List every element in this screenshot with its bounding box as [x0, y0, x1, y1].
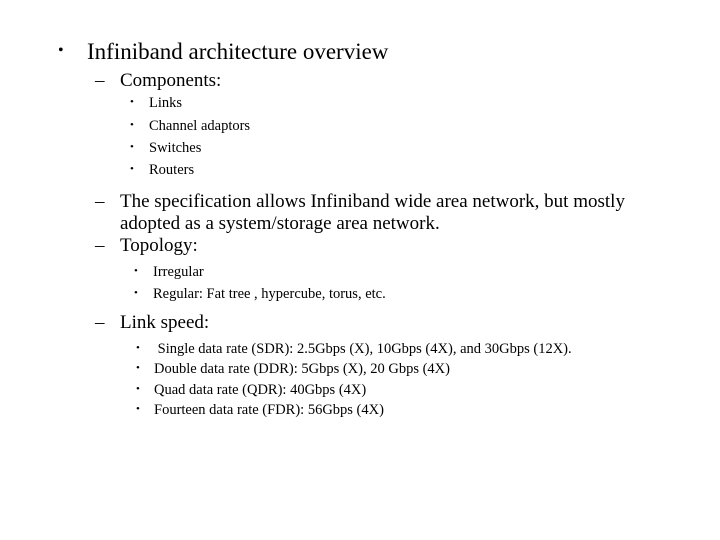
bullet-marker-level3-icon: •	[134, 287, 138, 300]
link-speed-heading-label: Link speed:	[120, 312, 210, 334]
dash-marker-level2-icon: –	[95, 69, 105, 91]
bullet-marker-level3-icon: •	[130, 163, 134, 176]
bullet-marker-level3-icon: •	[136, 341, 140, 354]
components-heading-label: Components:	[120, 69, 222, 91]
link-speed-label: Quad data rate (QDR): 40Gbps (4X)	[154, 381, 367, 398]
bullet-specification-statement: – The specification allows Infiniband wi…	[0, 191, 720, 235]
link-speed-label: Double data rate (DDR): 5Gbps (X), 20 Gb…	[154, 361, 450, 378]
list-item-topology-irregular: • Irregular	[0, 261, 720, 284]
topology-label: Irregular	[153, 263, 204, 280]
bullet-marker-level3-icon: •	[136, 382, 140, 395]
bullet-marker-level3-icon: •	[130, 118, 134, 131]
list-item-link-speed-sdr: • Single data rate (SDR): 2.5Gbps (X), 1…	[0, 339, 720, 360]
link-speed-label: Fourteen data rate (FDR): 56Gbps (4X)	[154, 402, 384, 419]
list-item-link-speed-qdr: • Quad data rate (QDR): 40Gbps (4X)	[0, 380, 720, 401]
component-label: Links	[149, 95, 183, 112]
list-item-component-channel-adaptors: • Channel adaptors	[0, 115, 720, 137]
bullet-marker-level3-icon: •	[134, 264, 138, 277]
component-label: Channel adaptors	[149, 117, 251, 134]
dash-marker-level2-icon: –	[95, 312, 105, 334]
bullet-infiniband-architecture-overview: • Infiniband architecture overview	[0, 39, 720, 65]
bullet-components-heading: – Components:	[0, 70, 720, 92]
bullet-link-speed-heading: – Link speed:	[0, 312, 720, 334]
component-label: Routers	[149, 162, 195, 179]
list-item-link-speed-fdr: • Fourteen data rate (FDR): 56Gbps (4X)	[0, 400, 720, 421]
component-label: Switches	[149, 139, 202, 156]
bullet-topology-heading: – Topology:	[0, 235, 720, 257]
dash-marker-level2-icon: –	[95, 235, 105, 257]
topology-heading-label: Topology:	[120, 235, 198, 257]
bullet-marker-level3-icon: •	[130, 140, 134, 153]
bullet-marker-level3-icon: •	[136, 362, 140, 375]
page-title: Infiniband architecture overview	[87, 39, 389, 64]
bullet-marker-level3-icon: •	[136, 403, 140, 416]
topology-label: Regular: Fat tree , hypercube, torus, et…	[153, 286, 386, 303]
link-speed-label: Single data rate (SDR): 2.5Gbps (X), 10G…	[154, 340, 572, 357]
list-item-link-speed-ddr: • Double data rate (DDR): 5Gbps (X), 20 …	[0, 359, 720, 380]
list-item-component-routers: • Routers	[0, 159, 720, 181]
specification-text: The specification allows Infiniband wide…	[120, 190, 630, 235]
bullet-marker-level3-icon: •	[130, 96, 134, 109]
list-item-topology-regular: • Regular: Fat tree , hypercube, torus, …	[0, 283, 720, 306]
slide-canvas: • Infiniband architecture overview – Com…	[0, 0, 720, 540]
slide-content-body: • Infiniband architecture overview – Com…	[0, 39, 720, 421]
list-item-component-links: • Links	[0, 92, 720, 114]
bullet-marker-level1-icon: •	[58, 42, 64, 59]
list-item-component-switches: • Switches	[0, 137, 720, 159]
dash-marker-level2-icon: –	[95, 190, 105, 212]
